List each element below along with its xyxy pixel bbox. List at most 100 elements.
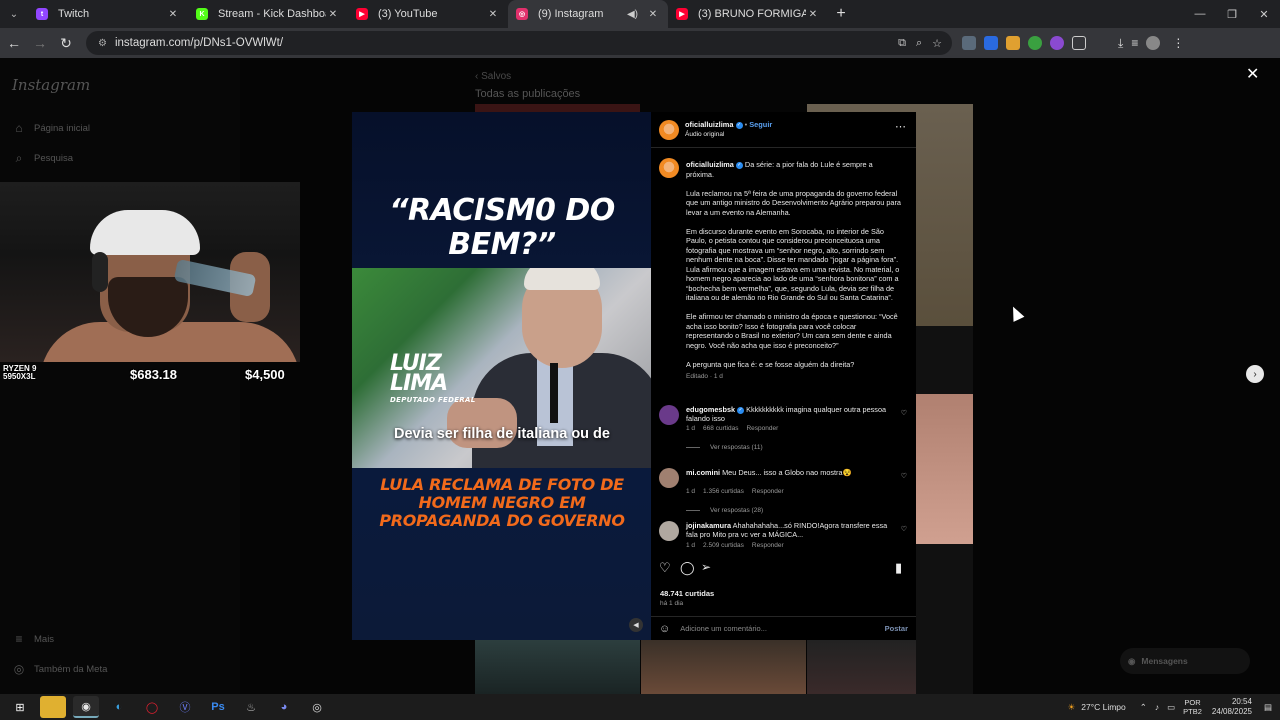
more-options-icon[interactable]: ⋯ [895, 120, 906, 133]
share-send-icon[interactable]: ➢ [701, 560, 711, 574]
mute-icon[interactable]: ◀ [629, 618, 643, 632]
cpu-overlay: RYZEN 9 5950X3L [3, 364, 37, 381]
comment-likes[interactable]: 1.356 curtidas [703, 488, 744, 495]
profile-avatar[interactable] [1146, 36, 1161, 50]
new-tab-button[interactable]: + [828, 5, 854, 23]
commenter-username[interactable]: edugomesbsk [686, 405, 735, 414]
browser-tab[interactable]: K Stream - Kick Dashboard✕ [188, 0, 348, 28]
opera-icon[interactable]: ◯ [139, 696, 165, 718]
zoom-icon[interactable]: ⌕ [916, 37, 922, 50]
nav-search[interactable]: ⌕ Pesquisa [12, 151, 73, 165]
author-username[interactable]: oficialluizlima [685, 120, 733, 129]
comment-likes[interactable]: 2.509 curtidas [703, 542, 744, 549]
commenter-username[interactable]: mi.comini [686, 468, 720, 477]
network-icon[interactable]: ▭ [1167, 702, 1175, 713]
add-comment-bar: ☺ Adicione um comentário... Postar [651, 616, 916, 640]
browser-menu-icon[interactable]: ⋮ [1172, 36, 1184, 50]
browser-tab[interactable]: ◎ (9) Instagram ◀) ✕ [508, 0, 668, 28]
messages-button[interactable]: ◉ Mensagens [1120, 648, 1250, 674]
browser-tab[interactable]: t Twitch ✕ [28, 0, 188, 28]
caption-avatar[interactable] [659, 158, 679, 178]
post-comment-button[interactable]: Postar [885, 624, 908, 633]
shield-extension-icon[interactable] [962, 36, 976, 50]
instagram-logo[interactable]: Instagram [12, 76, 90, 94]
commenter-avatar[interactable] [659, 468, 679, 488]
nav-home[interactable]: ⌂ Página inicial [12, 121, 90, 135]
download-icon[interactable]: ⤓ [1118, 36, 1123, 51]
follow-button[interactable]: Seguir [749, 120, 772, 129]
grid-tile[interactable] [641, 640, 806, 694]
back-icon[interactable]: ← [2, 31, 26, 55]
notifications-icon[interactable]: ▤ [1264, 702, 1272, 713]
browser-tab[interactable]: ▶ (3) BRUNO FORMIGA X 10 "HA✕ [668, 0, 828, 28]
saved-link[interactable]: ‹ Salvos [475, 71, 511, 82]
tab-close-icon[interactable]: ✕ [326, 9, 340, 20]
commenter-avatar[interactable] [659, 405, 679, 425]
nav-more[interactable]: ≡ Mais [12, 632, 54, 646]
reading-list-icon[interactable]: ≡ [1131, 36, 1138, 50]
comment-like-icon[interactable]: ♡ [901, 472, 907, 480]
grid-tile[interactable] [475, 640, 640, 694]
tab-close-icon[interactable]: ✕ [166, 9, 180, 20]
weather-icon: ☀ [1067, 701, 1076, 712]
tab-search-chevron-icon[interactable]: ⌄ [0, 0, 28, 28]
tab-close-icon[interactable]: ✕ [486, 9, 500, 20]
steam-icon[interactable]: ♨ [238, 696, 264, 718]
reply-button[interactable]: Responder [752, 542, 784, 549]
view-replies-button[interactable]: Ver respostas (28) [686, 507, 763, 514]
tab-close-icon[interactable]: ✕ [806, 9, 820, 20]
tab-audio-icon[interactable]: ◀) [627, 9, 638, 20]
forward-icon[interactable]: → [28, 31, 52, 55]
clock[interactable]: 20:54 24/08/2025 [1212, 697, 1252, 717]
color-extension-icon[interactable] [1006, 36, 1020, 50]
emoji-icon[interactable]: ☺ [659, 623, 670, 635]
vpn-icon[interactable]: Ⓥ [172, 696, 198, 718]
reel-video[interactable]: “RACISM0 DO BEM?” LUIZ LIMA DEPUTADO FED… [352, 112, 652, 640]
reply-button[interactable]: Responder [746, 425, 778, 432]
restore-icon[interactable]: ❐ [1216, 0, 1248, 28]
comment-bubble-icon[interactable]: ◯ [680, 560, 695, 576]
site-info-icon[interactable]: ⚙ [98, 38, 107, 49]
next-post-button[interactable]: › [1246, 365, 1264, 383]
nav-meta[interactable]: ◎ Também da Meta [12, 662, 108, 676]
language-indicator[interactable]: POR PTB2 [1183, 698, 1202, 716]
install-icon[interactable]: ⧉ [898, 37, 906, 50]
comment-input[interactable]: Adicione um comentário... [680, 624, 884, 633]
bookmark-star-icon[interactable]: ☆ [932, 37, 942, 50]
audio-label[interactable]: Áudio original [685, 130, 724, 139]
volume-icon[interactable]: ♪ [1155, 702, 1159, 712]
weather-text[interactable]: 27°C Limpo [1081, 702, 1126, 712]
like-heart-icon[interactable]: ♡ [659, 560, 671, 576]
comment-likes[interactable]: 668 curtidas [703, 425, 738, 432]
author-avatar[interactable] [659, 120, 679, 140]
save-bookmark-icon[interactable]: ▮ [895, 560, 902, 576]
commenter-username[interactable]: jojinakamura [686, 521, 731, 530]
obs-icon[interactable]: ◎ [304, 696, 330, 718]
tray-chevron-icon[interactable]: ⌃ [1140, 702, 1147, 713]
view-replies-button[interactable]: Ver respostas (11) [686, 444, 763, 451]
close-modal-icon[interactable]: ✕ [1246, 64, 1259, 84]
close-window-icon[interactable]: ✕ [1248, 0, 1280, 28]
edge-icon[interactable]: ◐ [106, 696, 132, 718]
purple-extension-icon[interactable] [1050, 36, 1064, 50]
translate-extension-icon[interactable] [984, 36, 998, 50]
url-bar[interactable]: ⚙ instagram.com/p/DNs1-OVWlWt/ ⧉ ⌕ ☆ [86, 31, 952, 55]
comment-like-icon[interactable]: ♡ [901, 409, 907, 417]
browser-tab[interactable]: ▶ (3) YouTube ✕ [348, 0, 508, 28]
windows-start-icon[interactable]: ⊞ [7, 696, 33, 718]
file-explorer-icon[interactable] [40, 696, 66, 718]
minimize-icon[interactable]: — [1184, 0, 1216, 28]
overlay-amount-right: $4,500 [245, 367, 285, 382]
like-count[interactable]: 48.741 curtidas [660, 589, 714, 598]
photoshop-icon[interactable]: Ps [205, 696, 231, 718]
comment-like-icon[interactable]: ♡ [901, 525, 907, 533]
commenter-avatar[interactable] [659, 521, 679, 541]
extensions-puzzle-icon[interactable] [1072, 36, 1086, 50]
reload-icon[interactable]: ↻ [54, 31, 78, 55]
green-extension-icon[interactable] [1028, 36, 1042, 50]
chrome-icon[interactable]: ◉ [73, 696, 99, 718]
caption-username[interactable]: oficialluizlima [686, 160, 734, 169]
discord-icon[interactable]: ◕ [271, 696, 297, 718]
tab-close-icon[interactable]: ✕ [646, 9, 660, 20]
reply-button[interactable]: Responder [752, 488, 784, 495]
